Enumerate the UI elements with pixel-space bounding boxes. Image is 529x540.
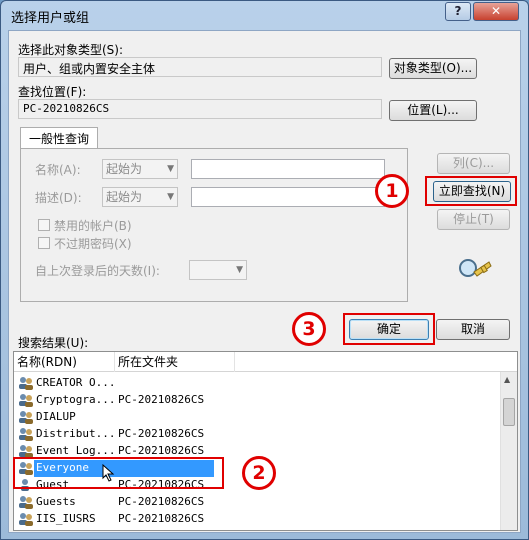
row-name: DIALUP xyxy=(36,410,76,423)
name-input[interactable] xyxy=(191,159,385,179)
object-types-button[interactable]: 对象类型(O)... xyxy=(389,58,477,79)
user-group-icon xyxy=(18,376,34,390)
row-name: Event Log... xyxy=(36,444,116,457)
cancel-button[interactable]: 取消 xyxy=(436,319,510,340)
search-key-icon xyxy=(459,259,492,277)
annotation-step-2: 2 xyxy=(242,456,276,490)
results-header: 名称(RDN) 所在文件夹 xyxy=(14,352,517,372)
description-label: 描述(D): xyxy=(35,191,82,205)
user-group-icon xyxy=(18,512,34,526)
window-title: 选择用户或组 xyxy=(11,11,90,26)
disabled-accounts-label: 禁用的帐户(B) xyxy=(54,219,132,233)
scroll-thumb[interactable] xyxy=(503,398,515,426)
user-group-icon xyxy=(18,444,34,458)
row-folder: PC-20210826CS xyxy=(118,427,205,440)
user-icon xyxy=(18,478,34,492)
location-value: PC-20210826CS xyxy=(18,99,382,119)
disabled-accounts-checkbox[interactable] xyxy=(38,219,50,231)
user-group-icon xyxy=(18,461,34,475)
user-group-icon xyxy=(18,495,34,509)
description-input[interactable] xyxy=(191,187,385,207)
find-now-button[interactable]: 立即查找(N) xyxy=(433,181,511,202)
row-name: Cryptogra... xyxy=(36,393,116,406)
row-name: Guests xyxy=(36,495,76,508)
tab-general-query[interactable]: 一般性查询 xyxy=(20,127,99,149)
description-match-combo[interactable]: 起始为 ▼ xyxy=(102,187,178,207)
query-panel: 名称(A): 起始为 ▼ 描述(D): 起始为 ▼ 禁用的帐户(B) 不过期密码… xyxy=(20,148,408,302)
chevron-down-icon: ▼ xyxy=(167,164,174,174)
columns-button[interactable]: 列(C)... xyxy=(437,153,510,174)
object-type-label: 选择此对象类型(S): xyxy=(18,43,124,57)
row-folder: PC-20210826CS xyxy=(118,512,205,525)
row-folder: PC-20210826CS xyxy=(118,478,205,491)
column-header-name[interactable]: 名称(RDN) xyxy=(14,352,115,372)
non-expiring-password-checkbox[interactable] xyxy=(38,237,50,249)
chevron-down-icon: ▼ xyxy=(236,265,243,275)
name-label: 名称(A): xyxy=(35,163,81,177)
search-results-list[interactable]: 名称(RDN) 所在文件夹 CREATOR O... Cryptogra... … xyxy=(13,351,518,531)
locations-button[interactable]: 位置(L)... xyxy=(389,100,477,121)
title-bar: 选择用户或组 ? ✕ xyxy=(1,1,528,29)
name-match-combo[interactable]: 起始为 ▼ xyxy=(102,159,178,179)
stop-button[interactable]: 停止(T) xyxy=(437,209,510,230)
annotation-step-1: 1 xyxy=(375,174,409,208)
row-folder: PC-20210826CS xyxy=(118,393,205,406)
user-group-icon xyxy=(18,410,34,424)
days-since-login-combo[interactable]: ▼ xyxy=(189,260,247,280)
row-folder: PC-20210826CS xyxy=(118,495,205,508)
column-header-folder[interactable]: 所在文件夹 xyxy=(115,352,235,372)
table-row[interactable]: Guests PC-20210826CS xyxy=(14,494,504,511)
results-scrollbar[interactable]: ▲ xyxy=(500,372,517,530)
user-group-icon xyxy=(18,393,34,407)
scroll-up-icon[interactable]: ▲ xyxy=(504,375,510,384)
annotation-step-3: 3 xyxy=(292,312,326,346)
table-row[interactable]: CREATOR O... xyxy=(14,375,504,392)
name-match-value: 起始为 xyxy=(106,162,143,176)
user-group-icon xyxy=(18,427,34,441)
row-name: Distribut... xyxy=(36,427,116,440)
table-row[interactable]: Distribut... PC-20210826CS xyxy=(14,426,504,443)
row-name: CREATOR O... xyxy=(36,376,116,389)
table-row[interactable]: DIALUP xyxy=(14,409,504,426)
location-label: 查找位置(F): xyxy=(18,85,87,99)
row-name: Guest xyxy=(36,478,70,491)
close-button[interactable]: ✕ xyxy=(473,2,519,21)
description-match-value: 起始为 xyxy=(106,190,143,204)
ok-button[interactable]: 确定 xyxy=(349,319,429,340)
chevron-down-icon: ▼ xyxy=(167,192,174,202)
help-button[interactable]: ? xyxy=(445,2,471,21)
non-expiring-password-label: 不过期密码(X) xyxy=(54,237,132,251)
days-since-login-label: 自上次登录后的天数(I): xyxy=(35,264,160,278)
row-name: IIS_IUSRS xyxy=(36,512,96,525)
object-type-value: 用户、组或内置安全主体 xyxy=(18,57,382,77)
table-row[interactable]: IIS_IUSRS PC-20210826CS xyxy=(14,511,504,528)
row-folder: PC-20210826CS xyxy=(118,444,205,457)
search-results-label: 搜索结果(U): xyxy=(18,336,89,350)
select-users-dialog: 选择用户或组 ? ✕ 选择此对象类型(S): 用户、组或内置安全主体 对象类型(… xyxy=(0,0,529,540)
table-row[interactable]: Cryptogra... PC-20210826CS xyxy=(14,392,504,409)
